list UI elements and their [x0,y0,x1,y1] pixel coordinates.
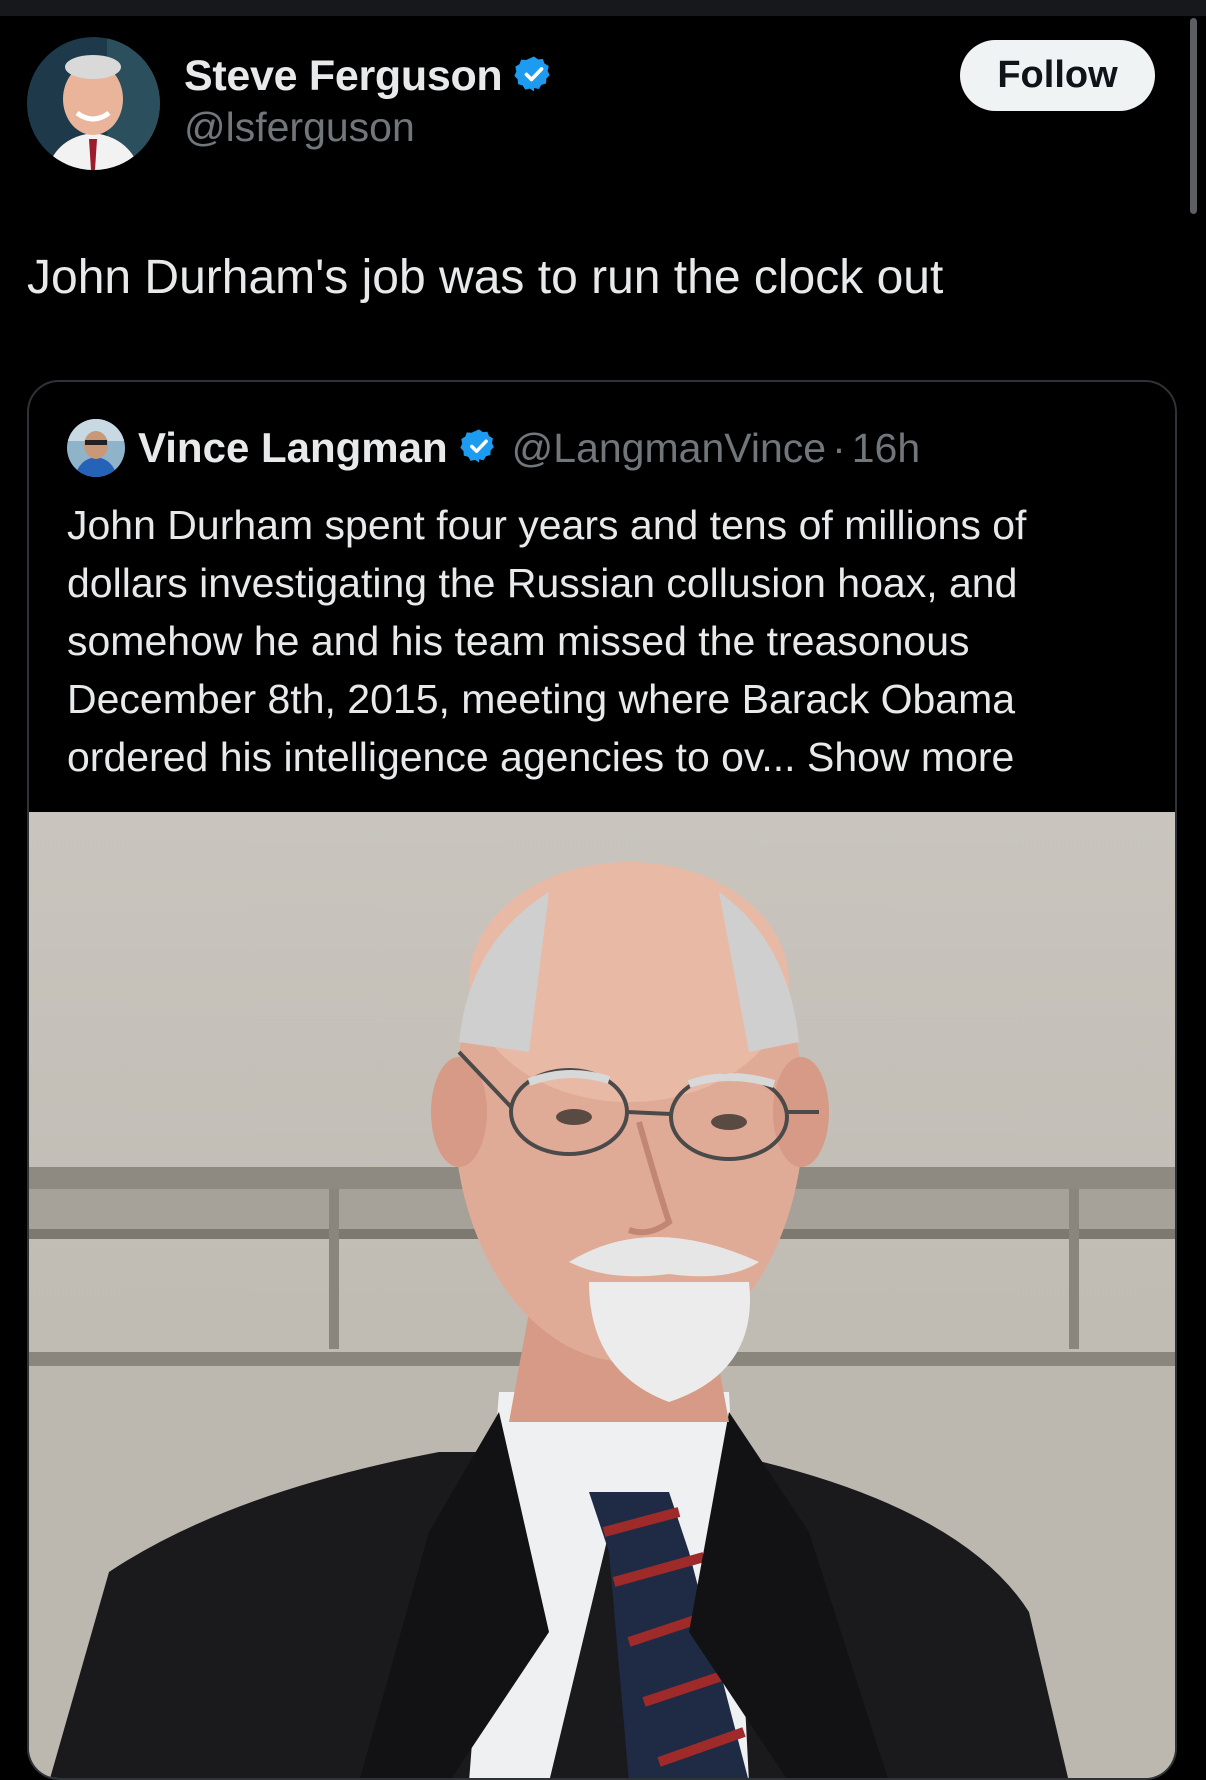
quoted-author-name[interactable]: Vince Langman [138,424,448,472]
author-handle[interactable]: @lsferguson [184,104,415,151]
author-name[interactable]: Steve Ferguson [184,52,503,101]
quoted-timestamp[interactable]: 16h [852,425,920,472]
separator-dot: · [832,424,846,471]
quoted-tweet[interactable]: Vince Langman @LangmanVince · 16h John D… [27,380,1177,1780]
verified-badge-icon [514,54,554,99]
post-text: John Durham's job was to run the clock o… [27,251,944,304]
author-name-row: Steve Ferguson [184,46,554,106]
show-more-link[interactable]: Show more [807,734,1014,780]
verified-badge-icon [459,427,498,470]
quoted-author-handle[interactable]: @LangmanVince [512,425,826,472]
quoted-tweet-photo[interactable] [29,812,1175,1778]
author-avatar[interactable] [27,37,160,170]
quoted-tweet-header: Vince Langman @LangmanVince · 16h [67,418,920,478]
follow-button[interactable]: Follow [960,40,1155,111]
quoted-author-avatar[interactable] [67,419,125,477]
scrollbar[interactable] [1190,18,1197,214]
top-status-strip [0,0,1206,16]
quoted-tweet-text: John Durham spent four years and tens of… [67,496,1147,786]
